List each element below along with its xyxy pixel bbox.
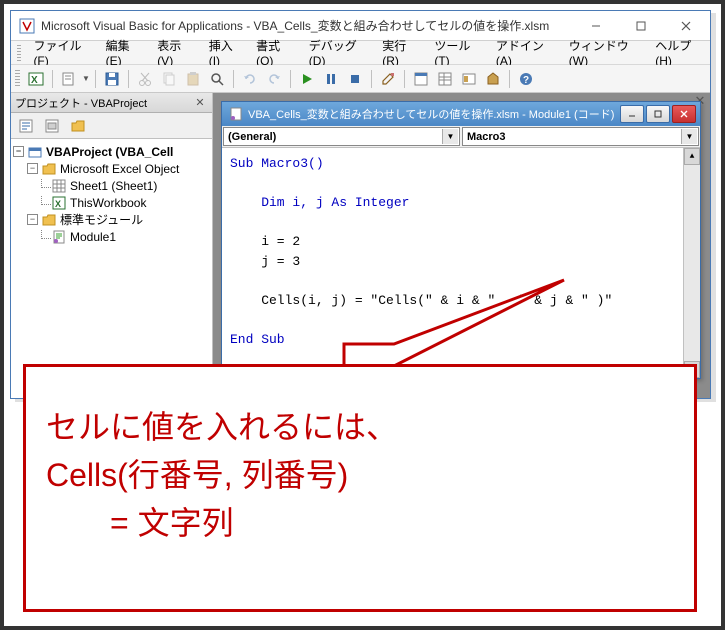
tree-root[interactable]: − VBAProject (VBA_Cell	[13, 143, 210, 160]
tree-collapse-icon[interactable]: −	[13, 146, 24, 157]
svg-text:X: X	[55, 199, 61, 209]
code-minimize-button[interactable]	[620, 105, 644, 123]
paste-icon[interactable]	[182, 68, 204, 90]
callout-line2: Cells(行番号, 列番号)	[46, 451, 674, 499]
scroll-up-icon[interactable]: ▲	[684, 148, 700, 165]
save-icon[interactable]	[101, 68, 123, 90]
copy-icon[interactable]	[158, 68, 180, 90]
window-title: Microsoft Visual Basic for Applications …	[41, 17, 573, 34]
code-maximize-button[interactable]	[646, 105, 670, 123]
menubar-grip[interactable]	[17, 45, 21, 61]
procedure-dropdown[interactable]: Macro3 ▼	[462, 127, 699, 146]
sheet-icon	[51, 178, 67, 194]
code-close-button[interactable]	[672, 105, 696, 123]
vba-window: Microsoft Visual Basic for Applications …	[10, 10, 711, 399]
project-icon	[27, 144, 43, 160]
workbook-icon: X	[51, 195, 67, 211]
object-browser-icon[interactable]	[458, 68, 480, 90]
vertical-scrollbar[interactable]: ▲ ▼	[683, 148, 700, 378]
module-icon	[228, 106, 244, 122]
callout-line1: セルに値を入れるには、	[46, 403, 674, 451]
reset-icon[interactable]	[344, 68, 366, 90]
vba-app-icon	[19, 18, 35, 34]
view-code-icon[interactable]	[15, 115, 37, 137]
folder-icon	[41, 212, 57, 228]
svg-text:X: X	[31, 75, 38, 86]
project-panel-titlebar: プロジェクト - VBAProject ✕	[11, 93, 212, 113]
project-tree[interactable]: − VBAProject (VBA_Cell − Microsoft Excel…	[11, 139, 212, 398]
chevron-down-icon[interactable]: ▼	[442, 129, 458, 144]
view-excel-icon[interactable]: X	[25, 68, 47, 90]
callout-line3: = 文字列	[46, 499, 674, 547]
view-object-icon[interactable]	[41, 115, 63, 137]
insert-dropdown-icon[interactable]: ▼	[82, 74, 90, 83]
break-icon[interactable]	[320, 68, 342, 90]
toolbar: X ▼ ?	[11, 65, 710, 93]
code-dropdown-row: (General) ▼ Macro3 ▼	[222, 126, 700, 148]
folder-icon	[41, 161, 57, 177]
code-editor[interactable]: Sub Macro3() Dim i, j As Integer i = 2 j…	[222, 148, 683, 378]
mdi-area: ✕ VBA_Cells_変数と組み合わせしてセルの値を操作.xlsm - Mod…	[213, 93, 710, 398]
help-icon[interactable]: ?	[515, 68, 537, 90]
properties-icon[interactable]	[434, 68, 456, 90]
chevron-down-icon[interactable]: ▼	[681, 129, 697, 144]
redo-icon[interactable]	[263, 68, 285, 90]
object-dropdown[interactable]: (General) ▼	[223, 127, 460, 146]
module-icon	[51, 229, 67, 245]
undo-icon[interactable]	[239, 68, 261, 90]
project-panel-title: プロジェクト - VBAProject	[15, 95, 192, 111]
cut-icon[interactable]	[134, 68, 156, 90]
project-explorer-panel: プロジェクト - VBAProject ✕ − VBAProject (VBA_…	[11, 93, 213, 398]
project-panel-toolbar	[11, 113, 212, 139]
project-panel-close-icon[interactable]: ✕	[192, 95, 208, 111]
tree-collapse-icon[interactable]: −	[27, 214, 38, 225]
tree-excel-objects[interactable]: − Microsoft Excel Object	[13, 160, 210, 177]
design-mode-icon[interactable]	[377, 68, 399, 90]
project-explorer-icon[interactable]	[410, 68, 432, 90]
toggle-folders-icon[interactable]	[67, 115, 89, 137]
code-window-title: VBA_Cells_変数と組み合わせしてセルの値を操作.xlsm - Modul…	[248, 106, 618, 122]
menubar: ファイル(F) 編集(E) 表示(V) 挿入(I) 書式(O) デバッグ(D) …	[11, 41, 710, 65]
tree-std-modules[interactable]: − 標準モジュール	[13, 211, 210, 228]
insert-module-icon[interactable]	[58, 68, 80, 90]
toolbox-icon[interactable]	[482, 68, 504, 90]
svg-text:?: ?	[523, 75, 529, 86]
annotation-callout: セルに値を入れるには、 Cells(行番号, 列番号) = 文字列	[23, 364, 697, 612]
tree-sheet1[interactable]: Sheet1 (Sheet1)	[13, 177, 210, 194]
find-icon[interactable]	[206, 68, 228, 90]
code-window: VBA_Cells_変数と組み合わせしてセルの値を操作.xlsm - Modul…	[221, 101, 701, 379]
tree-collapse-icon[interactable]: −	[27, 163, 38, 174]
tree-thisworkbook[interactable]: X ThisWorkbook	[13, 194, 210, 211]
tree-module1[interactable]: Module1	[13, 228, 210, 245]
run-icon[interactable]	[296, 68, 318, 90]
code-window-titlebar[interactable]: VBA_Cells_変数と組み合わせしてセルの値を操作.xlsm - Modul…	[222, 102, 700, 126]
toolbar-grip[interactable]	[15, 70, 20, 88]
